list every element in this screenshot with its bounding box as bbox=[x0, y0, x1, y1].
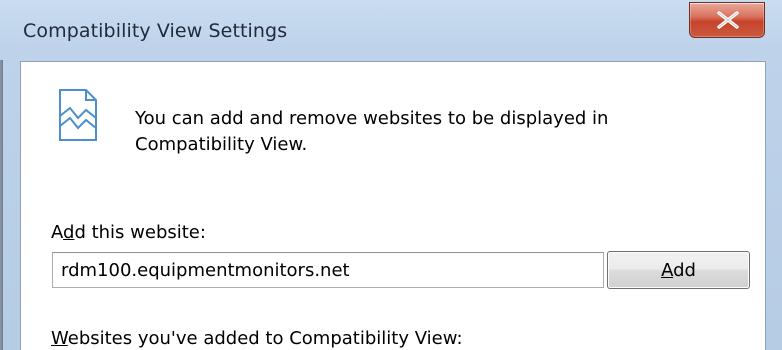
add-website-label: Add this website: bbox=[51, 222, 206, 243]
accelerator-key: A bbox=[661, 259, 674, 281]
dialog-content: You can add and remove websites to be di… bbox=[20, 61, 766, 350]
added-websites-label: Websites you've added to Compatibility V… bbox=[51, 328, 463, 349]
website-url-input[interactable] bbox=[52, 252, 604, 288]
title-bar[interactable]: Compatibility View Settings bbox=[0, 0, 782, 60]
info-text: You can add and remove websites to be di… bbox=[135, 108, 609, 155]
add-button[interactable]: Add bbox=[607, 251, 750, 289]
x-icon bbox=[717, 11, 739, 29]
compatibility-view-broken-page-icon bbox=[59, 89, 97, 141]
background-window-edge bbox=[0, 60, 3, 350]
close-button[interactable] bbox=[689, 2, 765, 38]
dialog-title: Compatibility View Settings bbox=[23, 20, 288, 42]
compatibility-view-settings-dialog: Compatibility View Settings You can add … bbox=[0, 0, 782, 350]
accelerator-key: d bbox=[63, 222, 75, 243]
accelerator-key: W bbox=[51, 328, 68, 349]
